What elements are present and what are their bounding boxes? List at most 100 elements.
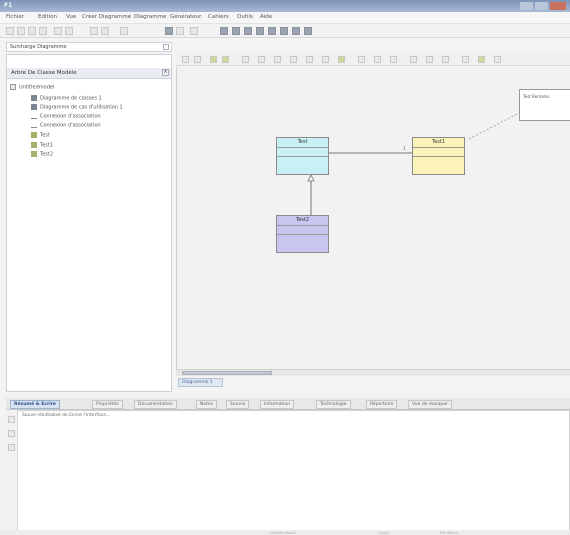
status-default: Par défaut (440, 531, 458, 535)
tab-notes[interactable]: Notes (196, 400, 217, 409)
menu-help[interactable]: Aide (260, 14, 272, 20)
move-tool-icon[interactable] (194, 56, 201, 63)
delete-icon[interactable] (120, 27, 128, 35)
copy-icon[interactable] (65, 27, 73, 35)
layout-icon-3[interactable] (244, 27, 252, 35)
aggregation-tool-icon[interactable] (258, 56, 265, 63)
scrollbar-thumb[interactable] (182, 371, 272, 375)
interface-tool-icon[interactable] (222, 56, 229, 63)
tab-repository[interactable]: Répertoire (366, 400, 398, 409)
print-icon[interactable] (39, 27, 47, 35)
note-element[interactable]: Test Remarks (519, 89, 570, 121)
tab-source[interactable]: Source (226, 400, 250, 409)
class-box-test1[interactable]: Test1 (412, 137, 465, 175)
pointer-icon[interactable] (176, 27, 184, 35)
menu-diagram[interactable]: Diagramme (134, 14, 166, 20)
window-controls (520, 2, 566, 10)
text-tool-icon[interactable] (390, 56, 397, 63)
tab-technology[interactable]: Technologie (316, 400, 351, 409)
layout-icon-1[interactable] (220, 27, 228, 35)
minimize-button[interactable] (520, 2, 533, 10)
connector-layer (307, 112, 520, 215)
realization-tool-icon[interactable] (322, 56, 329, 63)
diagram-tab[interactable]: Diagramme 1 (178, 378, 223, 387)
output-filter-icon[interactable] (8, 444, 15, 451)
menu-tools[interactable]: Outils (237, 14, 253, 20)
composition-tool-icon[interactable] (274, 56, 281, 63)
layout-icon-2[interactable] (232, 27, 240, 35)
redo-icon[interactable] (101, 27, 109, 35)
dependency-tool-icon[interactable] (306, 56, 313, 63)
generalization-tool-icon[interactable] (290, 56, 297, 63)
menu-bar: Fichier Edition Vue Créer Diagramme Diag… (0, 12, 570, 24)
note-link-line[interactable] (468, 112, 520, 140)
layout-icon-6[interactable] (280, 27, 288, 35)
menu-generator[interactable]: Générateur (170, 14, 201, 20)
menu-create-diagram[interactable]: Créer Diagramme (82, 14, 131, 20)
maximize-button[interactable] (535, 2, 548, 10)
class-box-test2[interactable]: Test2 (276, 215, 329, 253)
note-tool-icon[interactable] (358, 56, 365, 63)
zoom-in-icon[interactable] (410, 56, 417, 63)
close-button[interactable] (550, 2, 566, 10)
more-tools-icon[interactable] (494, 56, 501, 63)
tab-documentation[interactable]: Documentation (134, 400, 177, 409)
title-bar (0, 0, 570, 12)
association-tool-icon[interactable] (242, 56, 249, 63)
new-icon[interactable] (6, 27, 14, 35)
status-element: Classe (378, 531, 390, 535)
diagram-canvas[interactable]: 1 Test Remarks Test Test1 Test2 (176, 67, 570, 375)
model-tree-panel: Arbre De Classe Modèle × Untitledmodel D… (6, 54, 172, 392)
tree-item-class-test1[interactable]: Test1 (31, 142, 53, 149)
layout-icon-8[interactable] (304, 27, 312, 35)
tab-tag-view[interactable]: Vue de marquer (408, 400, 453, 409)
panel-close-icon[interactable]: × (162, 69, 169, 76)
tree-item-association-1[interactable]: Connexion d'association (31, 113, 101, 120)
tree-item-usecase-diagram[interactable]: Diagramme de cas d'utilisation 1 (31, 104, 123, 111)
menu-edit[interactable]: Edition (38, 14, 57, 20)
tab-information[interactable]: Information (260, 400, 295, 409)
package-tool-icon[interactable] (338, 56, 345, 63)
open-icon[interactable] (17, 27, 25, 35)
play-icon[interactable] (165, 27, 173, 35)
model-tree-title: Arbre De Classe Modèle (11, 70, 77, 76)
undo-icon[interactable] (90, 27, 98, 35)
folder-icon (10, 84, 16, 90)
class-operations (277, 235, 328, 244)
layout-icon-5[interactable] (268, 27, 276, 35)
zoom-icon[interactable] (190, 27, 198, 35)
select-tool-icon[interactable] (182, 56, 189, 63)
align-icon[interactable] (442, 56, 449, 63)
output-pin-icon[interactable] (8, 416, 15, 423)
tree-item-class-test[interactable]: Test (31, 132, 50, 139)
save-icon[interactable] (28, 27, 36, 35)
diagram-search-box[interactable]: Surcharge Diagramme (6, 42, 172, 52)
tree-item-model[interactable]: Untitledmodel (10, 84, 54, 91)
color-tool-icon[interactable] (478, 56, 485, 63)
cut-icon[interactable] (54, 27, 62, 35)
class-attributes (413, 148, 464, 157)
tab-summary[interactable]: Résumé & Ecrire (10, 400, 60, 409)
menu-view[interactable]: Vue (66, 14, 76, 20)
status-bar: Untitled Model Classe Par défaut (0, 530, 570, 535)
tree-item-class-diagram[interactable]: Diagramme de classes 1 (31, 95, 102, 102)
layout-icon-7[interactable] (292, 27, 300, 35)
class-operations (413, 157, 464, 166)
zoom-out-icon[interactable] (426, 56, 433, 63)
output-log-text: Sauve réinitialisé de Ecrire l'interface… (22, 413, 111, 418)
association-icon (31, 122, 37, 128)
class-tool-icon[interactable] (210, 56, 217, 63)
menu-file[interactable]: Fichier (6, 14, 24, 20)
tree-item-association-2[interactable]: Connexion d'association (31, 122, 101, 129)
layout-icon-4[interactable] (256, 27, 264, 35)
grid-icon[interactable] (462, 56, 469, 63)
horizontal-scrollbar[interactable] (176, 369, 570, 376)
output-clear-icon[interactable] (8, 430, 15, 437)
menu-notebooks[interactable]: Cahiers (208, 14, 229, 20)
class-name-test: Test (277, 138, 328, 148)
link-tool-icon[interactable] (374, 56, 381, 63)
tree-item-class-test2[interactable]: Test2 (31, 151, 53, 158)
search-close-icon[interactable] (163, 44, 169, 50)
class-box-test[interactable]: Test (276, 137, 329, 175)
tab-properties[interactable]: Propriétés (92, 400, 123, 409)
